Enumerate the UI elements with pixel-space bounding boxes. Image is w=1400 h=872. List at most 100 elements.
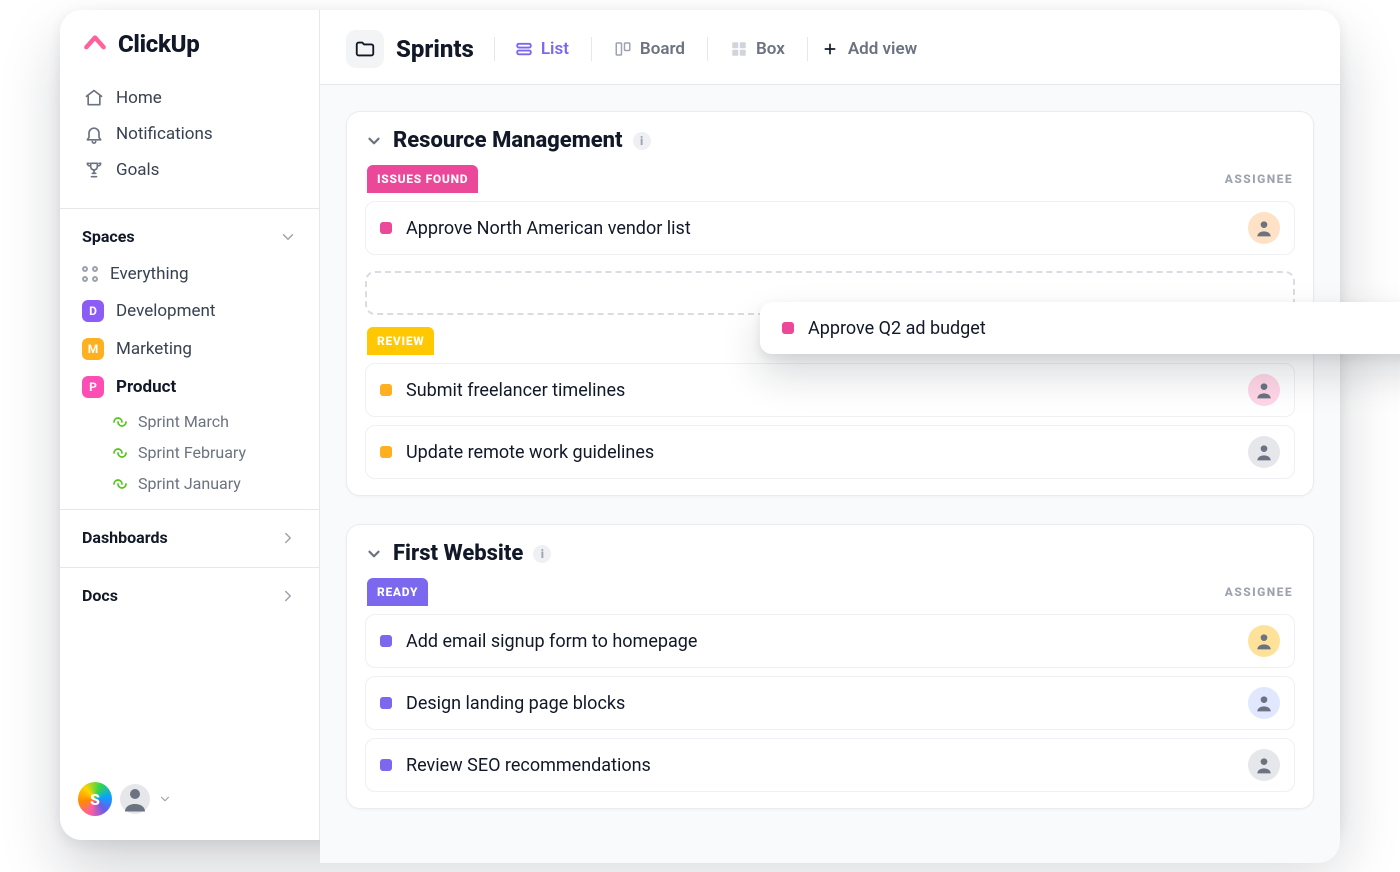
task-row[interactable]: Design landing page blocks — [365, 676, 1295, 730]
grid-icon — [82, 266, 98, 282]
card-title: First Website — [393, 541, 523, 566]
space-everything-label: Everything — [110, 264, 189, 284]
space-badge: D — [82, 300, 104, 322]
card-header[interactable]: Resource Management i — [365, 128, 1295, 153]
space-product[interactable]: P Product — [70, 368, 309, 406]
sprint-icon — [112, 414, 128, 430]
task-title: Approve North American vendor list — [406, 218, 691, 239]
board-icon — [614, 40, 632, 58]
main: Sprints List Board — [320, 10, 1340, 840]
status-square-icon — [782, 322, 794, 334]
folder-icon — [354, 38, 376, 60]
brand[interactable]: ClickUp — [60, 30, 319, 74]
status-square-icon — [380, 635, 392, 647]
space-list: Everything D Development M Marketing P P… — [60, 256, 319, 499]
space-development[interactable]: D Development — [70, 292, 309, 330]
list-icon — [515, 40, 533, 58]
primary-nav: Home Notifications Goals — [60, 74, 319, 198]
space-marketing[interactable]: M Marketing — [70, 330, 309, 368]
trophy-icon — [84, 160, 104, 180]
task-row[interactable]: Approve North American vendor list — [365, 201, 1295, 255]
tab-board-label: Board — [640, 39, 685, 59]
home-icon — [84, 88, 104, 108]
space-badge: M — [82, 338, 104, 360]
add-view[interactable]: Add view — [822, 39, 917, 59]
task-title: Design landing page blocks — [406, 693, 625, 714]
divider — [591, 37, 592, 61]
sprint-item[interactable]: Sprint February — [100, 437, 309, 468]
space-label: Development — [116, 301, 215, 321]
sprint-label: Sprint March — [138, 412, 229, 431]
chevron-down-icon — [279, 228, 297, 246]
assignee-avatar[interactable] — [1248, 687, 1280, 719]
sprint-item[interactable]: Sprint January — [100, 468, 309, 499]
tasklist-ready: Add email signup form to homepage Design… — [365, 614, 1295, 792]
nav-goals[interactable]: Goals — [70, 152, 309, 188]
assignee-avatar[interactable] — [1248, 749, 1280, 781]
folder-chip[interactable] — [346, 30, 384, 68]
sprint-item[interactable]: Sprint March — [100, 406, 309, 437]
card-first-website: First Website i READY ASSIGNEE Add email… — [346, 524, 1314, 809]
assignee-avatar[interactable] — [1248, 436, 1280, 468]
workspace-avatar: S — [78, 782, 112, 816]
sidebar: ClickUp Home Notifications Goals — [60, 10, 320, 840]
status-square-icon — [380, 697, 392, 709]
dragging-task-card[interactable]: Approve Q2 ad budget — [760, 302, 1400, 354]
page-title: Sprints — [396, 35, 474, 63]
status-pill-ready[interactable]: READY — [367, 578, 428, 606]
status-pill-review[interactable]: REVIEW — [367, 327, 434, 355]
sprint-icon — [112, 476, 128, 492]
task-row[interactable]: Submit freelancer timelines — [365, 363, 1295, 417]
card-title: Resource Management — [393, 128, 623, 153]
dashboards-label: Dashboards — [82, 528, 168, 547]
space-everything[interactable]: Everything — [70, 256, 309, 292]
divider — [707, 37, 708, 61]
nav-home[interactable]: Home — [70, 80, 309, 116]
tasklist-review: Submit freelancer timelines Update remot… — [365, 363, 1295, 479]
tab-board[interactable]: Board — [606, 33, 693, 65]
sidebar-user[interactable]: S — [60, 772, 319, 826]
assignee-header: ASSIGNEE — [1225, 172, 1293, 186]
nav-goals-label: Goals — [116, 160, 159, 180]
assignee-avatar[interactable] — [1248, 212, 1280, 244]
card-header[interactable]: First Website i — [365, 541, 1295, 566]
chevron-down-icon — [158, 792, 172, 806]
status-square-icon — [380, 222, 392, 234]
plus-icon — [822, 41, 838, 57]
section-spaces: Spaces Everything D Development M Market… — [60, 208, 319, 499]
sprint-label: Sprint January — [138, 474, 241, 493]
assignee-avatar[interactable] — [1248, 374, 1280, 406]
product-children: Sprint March Sprint February Sprint Janu… — [70, 406, 309, 499]
tab-box-label: Box — [756, 39, 785, 59]
divider — [494, 37, 495, 61]
app-window: ClickUp Home Notifications Goals — [60, 10, 1340, 840]
tab-list[interactable]: List — [507, 33, 577, 65]
task-title: Add email signup form to homepage — [406, 631, 697, 652]
chevron-right-icon — [279, 587, 297, 605]
task-row[interactable]: Review SEO recommendations — [365, 738, 1295, 792]
task-title: Submit freelancer timelines — [406, 380, 625, 401]
spaces-header[interactable]: Spaces — [60, 221, 319, 256]
docs-label: Docs — [82, 586, 118, 605]
sprint-label: Sprint February — [138, 443, 246, 462]
assignee-avatar[interactable] — [1248, 625, 1280, 657]
info-icon[interactable]: i — [633, 132, 651, 150]
task-row[interactable]: Update remote work guidelines — [365, 425, 1295, 479]
box-icon — [730, 40, 748, 58]
sprint-icon — [112, 445, 128, 461]
info-icon[interactable]: i — [533, 545, 551, 563]
status-pill-issues-found[interactable]: ISSUES FOUND — [367, 165, 478, 193]
task-row[interactable]: Add email signup form to homepage — [365, 614, 1295, 668]
clickup-logo-icon — [82, 31, 108, 57]
status-square-icon — [380, 384, 392, 396]
chevron-right-icon — [279, 529, 297, 547]
divider — [807, 37, 808, 61]
docs-header[interactable]: Docs — [60, 580, 319, 615]
add-view-label: Add view — [848, 39, 917, 59]
task-title: Update remote work guidelines — [406, 442, 654, 463]
dashboards-header[interactable]: Dashboards — [60, 522, 319, 557]
tab-box[interactable]: Box — [722, 33, 793, 65]
nav-home-label: Home — [116, 88, 162, 108]
nav-notifications[interactable]: Notifications — [70, 116, 309, 152]
group-head-issues: ISSUES FOUND ASSIGNEE — [367, 165, 1293, 193]
